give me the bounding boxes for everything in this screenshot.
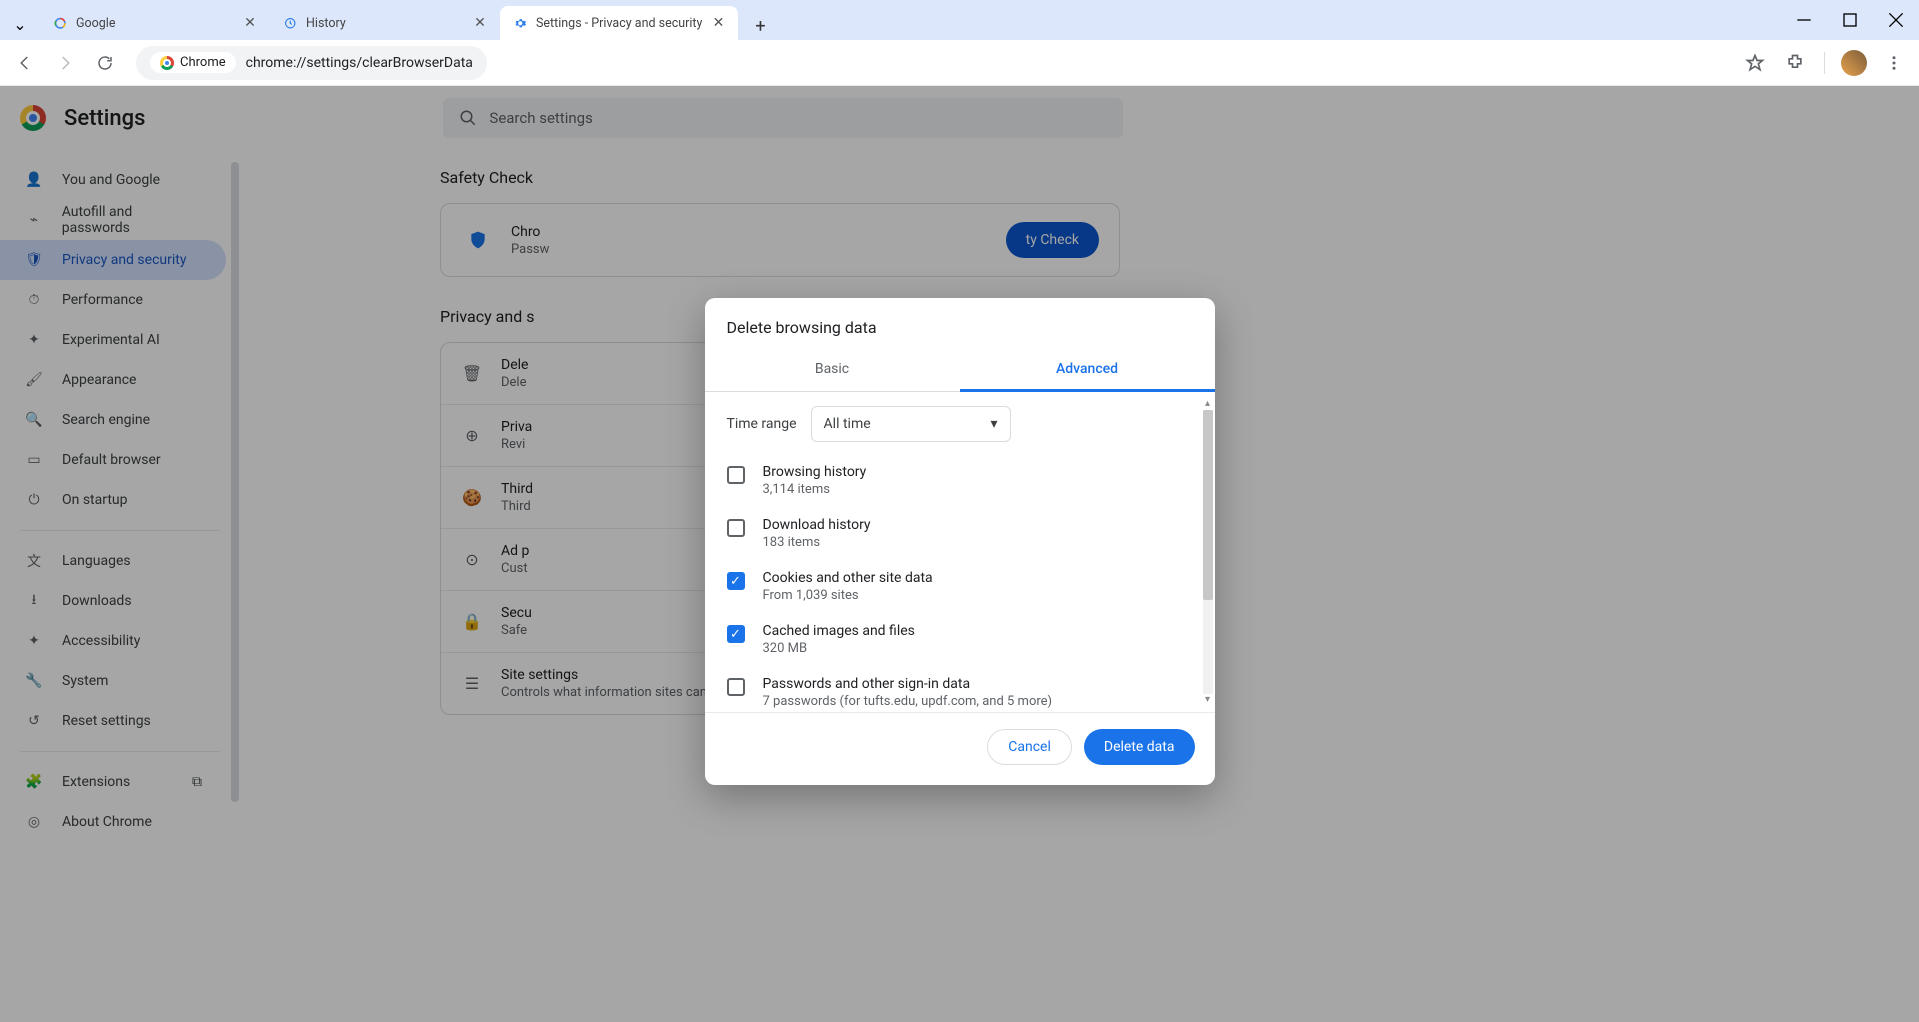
settings-page: Settings Search settings 👤You and Google… <box>0 86 1919 1022</box>
scroll-up-icon[interactable]: ▴ <box>1203 398 1213 410</box>
history-icon <box>282 15 298 31</box>
tab-search-dropdown[interactable]: ⌄ <box>0 8 40 40</box>
chevron-down-icon: ▾ <box>991 416 998 432</box>
chrome-label: Chrome <box>180 55 226 70</box>
check-subtitle: 3,114 items <box>763 482 867 497</box>
close-icon[interactable]: ✕ <box>472 15 488 31</box>
checkbox[interactable] <box>727 519 745 537</box>
reload-button[interactable] <box>88 46 122 80</box>
tab-title: History <box>306 16 464 31</box>
checkbox[interactable] <box>727 625 745 643</box>
checkbox[interactable] <box>727 572 745 590</box>
url-text: chrome://settings/clearBrowserData <box>246 55 473 71</box>
browser-titlebar: ⌄ Google ✕ History ✕ Settings - Privacy … <box>0 0 1919 40</box>
dialog-title: Delete browsing data <box>705 298 1215 349</box>
check-cookies[interactable]: Cookies and other site data From 1,039 si… <box>727 560 1193 613</box>
window-controls <box>1781 0 1919 40</box>
browser-toolbar: Chrome chrome://settings/clearBrowserDat… <box>0 40 1919 86</box>
check-title: Download history <box>763 517 871 533</box>
select-value: All time <box>824 416 871 432</box>
dialog-actions: Cancel Delete data <box>705 712 1215 785</box>
close-icon[interactable]: ✕ <box>710 15 726 31</box>
tab-basic[interactable]: Basic <box>705 349 960 392</box>
scroll-down-icon[interactable]: ▾ <box>1203 694 1213 706</box>
bookmark-button[interactable] <box>1738 46 1772 80</box>
menu-button[interactable] <box>1877 46 1911 80</box>
address-bar[interactable]: Chrome chrome://settings/clearBrowserDat… <box>136 46 487 80</box>
check-download-history[interactable]: Download history 183 items <box>727 507 1193 560</box>
tab-title: Google <box>76 16 234 31</box>
tab-history[interactable]: History ✕ <box>270 6 500 40</box>
extensions-button[interactable] <box>1778 46 1812 80</box>
check-subtitle: 7 passwords (for tufts.edu, updf.com, an… <box>763 694 1053 709</box>
check-cached[interactable]: Cached images and files 320 MB <box>727 613 1193 666</box>
tab-advanced[interactable]: Advanced <box>960 349 1215 392</box>
delete-browsing-data-dialog: Delete browsing data Basic Advanced Time… <box>705 298 1215 785</box>
close-window-button[interactable] <box>1873 0 1919 40</box>
tab-settings[interactable]: Settings - Privacy and security ✕ <box>500 6 738 40</box>
check-title: Passwords and other sign-in data <box>763 676 1053 692</box>
check-title: Cookies and other site data <box>763 570 933 586</box>
cancel-button[interactable]: Cancel <box>987 729 1072 765</box>
check-subtitle: 320 MB <box>763 641 915 656</box>
dialog-scrollbar[interactable]: ▴ ▾ <box>1203 398 1213 706</box>
site-info-chip[interactable]: Chrome <box>150 52 236 73</box>
delete-data-button[interactable]: Delete data <box>1084 729 1195 765</box>
time-range-select[interactable]: All time ▾ <box>811 406 1011 442</box>
maximize-button[interactable] <box>1827 0 1873 40</box>
check-title: Browsing history <box>763 464 867 480</box>
dialog-body: Time range All time ▾ Browsing history 3,… <box>705 392 1215 712</box>
google-favicon <box>52 15 68 31</box>
gear-icon <box>512 15 528 31</box>
checkbox[interactable] <box>727 466 745 484</box>
forward-button[interactable] <box>48 46 82 80</box>
check-browsing-history[interactable]: Browsing history 3,114 items <box>727 454 1193 507</box>
time-range-label: Time range <box>727 416 797 432</box>
chrome-logo-icon <box>160 56 174 70</box>
check-title: Cached images and files <box>763 623 915 639</box>
close-icon[interactable]: ✕ <box>242 15 258 31</box>
check-passwords[interactable]: Passwords and other sign-in data 7 passwo… <box>727 666 1193 712</box>
profile-avatar[interactable] <box>1837 46 1871 80</box>
check-subtitle: 183 items <box>763 535 871 550</box>
new-tab-button[interactable]: + <box>746 12 774 40</box>
tab-title: Settings - Privacy and security <box>536 16 702 31</box>
modal-overlay[interactable]: Delete browsing data Basic Advanced Time… <box>0 86 1919 1022</box>
back-button[interactable] <box>8 46 42 80</box>
minimize-button[interactable] <box>1781 0 1827 40</box>
checkbox[interactable] <box>727 678 745 696</box>
dialog-tabs: Basic Advanced <box>705 349 1215 392</box>
tab-google[interactable]: Google ✕ <box>40 6 270 40</box>
check-subtitle: From 1,039 sites <box>763 588 933 603</box>
